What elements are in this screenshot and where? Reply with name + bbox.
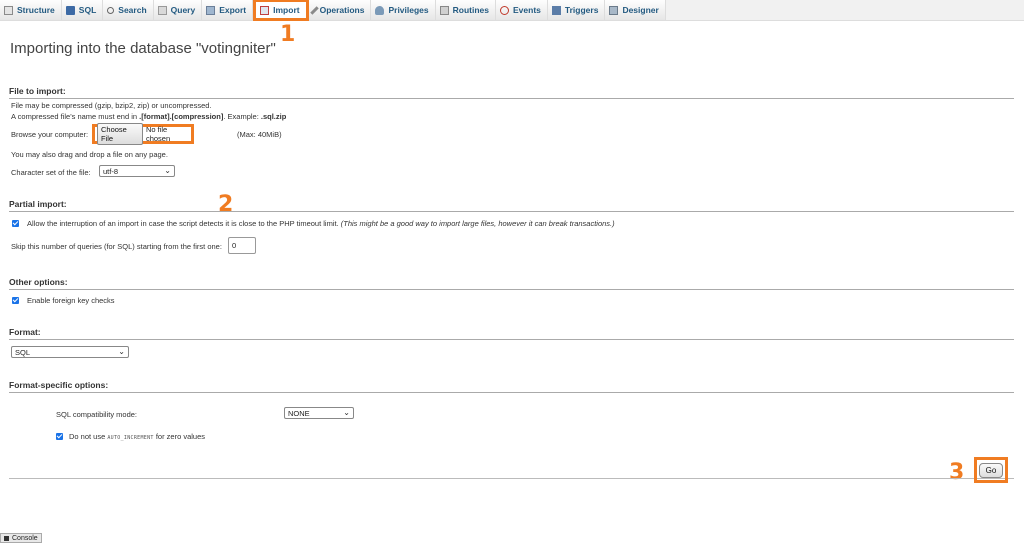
- privileges-icon: [375, 5, 385, 15]
- compression-note: File may be compressed (gzip, bzip2, zip…: [11, 101, 212, 110]
- chevron-down-icon: ⌄: [343, 408, 350, 417]
- annotation-number-3: 3: [949, 460, 965, 485]
- triggers-icon: [551, 5, 561, 15]
- tab-structure[interactable]: Structure: [0, 0, 62, 20]
- format-specific-heading: Format-specific options:: [9, 380, 1014, 393]
- max-size-label: (Max: 40MiB): [237, 130, 282, 139]
- search-icon: [107, 6, 115, 14]
- routines-icon: [439, 5, 449, 15]
- allow-interrupt-checkbox[interactable]: [12, 220, 19, 227]
- tab-export[interactable]: Export: [202, 0, 254, 20]
- auto-inc-suffix: for zero values: [155, 432, 206, 441]
- skip-queries-label: Skip this number of queries (for SQL) st…: [11, 242, 222, 251]
- footer-divider: [9, 478, 1014, 479]
- auto-inc-prefix: Do not use: [69, 432, 106, 441]
- tab-bar: Structure SQL Search Query Export Import…: [0, 0, 1024, 21]
- tab-triggers[interactable]: Triggers: [547, 0, 606, 20]
- format-select[interactable]: SQL ⌄: [11, 346, 129, 358]
- tab-operations[interactable]: Operations: [308, 0, 372, 20]
- chevron-down-icon: ⌄: [118, 347, 125, 356]
- tab-sql[interactable]: SQL: [61, 0, 104, 20]
- tab-label: Import: [273, 5, 300, 15]
- other-section-heading: Other options:: [9, 277, 1014, 290]
- auto-inc-keyword: AUTO_INCREMENT: [107, 435, 154, 441]
- charset-label: Character set of the file:: [11, 168, 91, 177]
- note-format: .[format].[compression]: [139, 112, 224, 121]
- choose-file-button[interactable]: Choose File: [97, 123, 143, 145]
- tab-label: Routines: [452, 5, 490, 15]
- file-chooser[interactable]: Choose File No file chosen: [92, 123, 194, 145]
- console-icon: [4, 535, 9, 541]
- tab-label: Designer: [622, 5, 659, 15]
- import-icon: [260, 5, 270, 15]
- browse-label: Browse your computer:: [11, 130, 89, 139]
- tab-search[interactable]: Search: [103, 0, 154, 20]
- tab-label: Events: [513, 5, 541, 15]
- tab-import[interactable]: Import: [253, 0, 309, 21]
- go-button-highlight: Go: [974, 457, 1008, 483]
- no-file-status: No file chosen: [145, 125, 171, 143]
- annotation-number-1: 1: [280, 22, 296, 47]
- compat-mode-label: SQL compatibility mode:: [56, 410, 138, 419]
- console-toggle[interactable]: Console: [0, 533, 42, 543]
- note-example-file: .sql.zip: [260, 112, 287, 121]
- events-icon: [500, 5, 510, 15]
- tab-privileges[interactable]: Privileges: [371, 0, 436, 20]
- note-example: . Example:: [223, 112, 261, 121]
- partial-section-heading: Partial import:: [9, 199, 1014, 212]
- foreign-key-checkbox[interactable]: [12, 297, 19, 304]
- allow-interrupt-note: (This might be a good way to import larg…: [340, 219, 615, 228]
- allow-interrupt-text: Allow the interruption of an import in c…: [27, 219, 339, 228]
- compat-mode-value: NONE: [288, 408, 310, 418]
- format-section-heading: Format:: [9, 327, 1014, 340]
- tab-query[interactable]: Query: [153, 0, 203, 20]
- format-value: SQL: [15, 347, 31, 357]
- export-icon: [206, 5, 216, 15]
- charset-value: utf-8: [103, 166, 119, 176]
- designer-icon: [609, 5, 619, 15]
- skip-queries-input[interactable]: 0: [228, 237, 256, 254]
- tab-routines[interactable]: Routines: [435, 0, 497, 20]
- compressed-name-note: A compressed file's name must end in .[f…: [11, 112, 286, 121]
- go-button[interactable]: Go: [978, 462, 1004, 478]
- charset-select[interactable]: utf-8 ⌄: [99, 165, 175, 177]
- sql-icon: [65, 5, 75, 15]
- drag-drop-note: You may also drag and drop a file on any…: [11, 150, 168, 159]
- tab-events[interactable]: Events: [496, 0, 548, 20]
- tab-designer[interactable]: Designer: [605, 0, 666, 20]
- structure-icon: [4, 5, 13, 15]
- tab-label: Export: [219, 5, 247, 15]
- compat-mode-select[interactable]: NONE ⌄: [284, 407, 354, 419]
- tab-label: Operations: [319, 5, 365, 15]
- tab-label: Search: [118, 5, 147, 15]
- page-title: Importing into the database "votingniter…: [10, 40, 276, 57]
- tab-label: SQL: [78, 5, 97, 15]
- foreign-key-label: Enable foreign key checks: [27, 296, 115, 305]
- tab-label: Structure: [17, 5, 55, 15]
- chevron-down-icon: ⌄: [164, 166, 171, 175]
- file-section-heading: File to import:: [9, 86, 1014, 99]
- note-prefix: A compressed file's name must end in: [11, 112, 140, 121]
- allow-interrupt-label: Allow the interruption of an import in c…: [27, 219, 615, 228]
- tab-label: Triggers: [564, 5, 599, 15]
- no-auto-increment-checkbox[interactable]: [56, 433, 63, 440]
- console-label: Console: [12, 534, 38, 542]
- tab-label: Query: [170, 5, 196, 15]
- query-icon: [157, 5, 167, 15]
- tab-label: Privileges: [388, 5, 429, 15]
- no-auto-increment-label: Do not use AUTO_INCREMENT for zero value…: [69, 432, 205, 441]
- operations-icon: [309, 5, 319, 15]
